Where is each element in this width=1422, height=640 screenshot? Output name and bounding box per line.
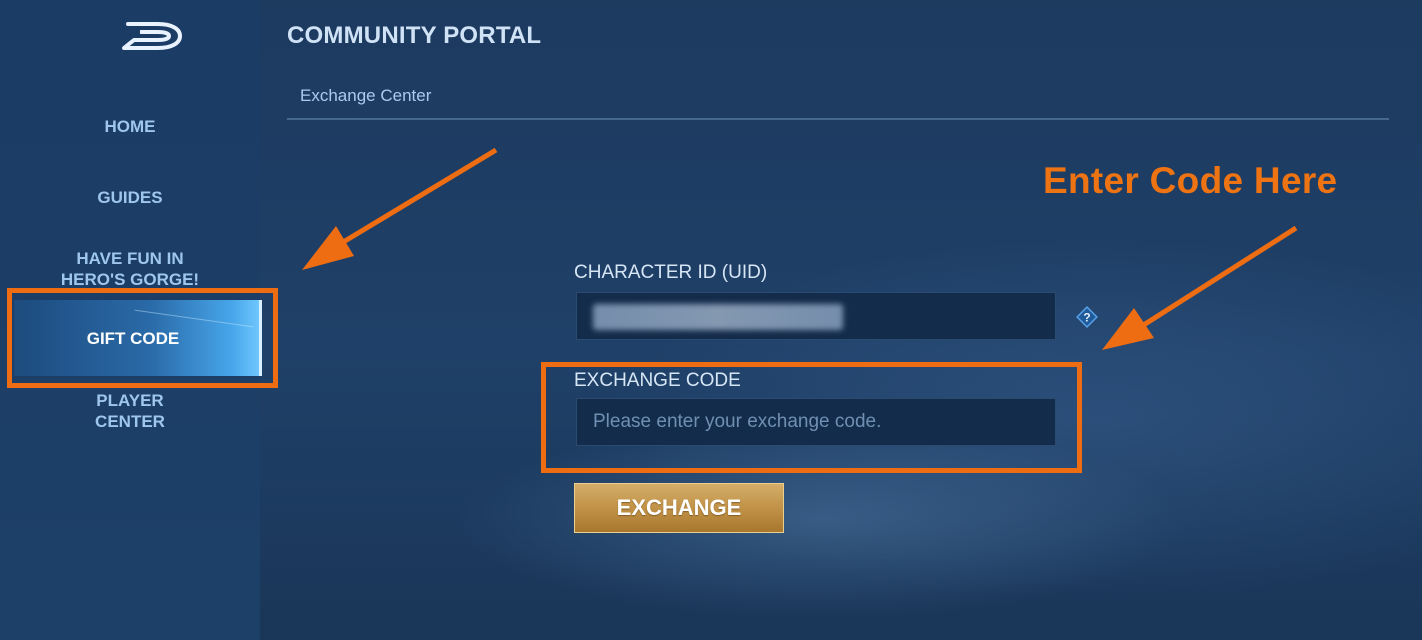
arrow-icon (302, 147, 498, 270)
arrows-overlay (302, 147, 1298, 350)
arrow-icon (1102, 225, 1298, 350)
